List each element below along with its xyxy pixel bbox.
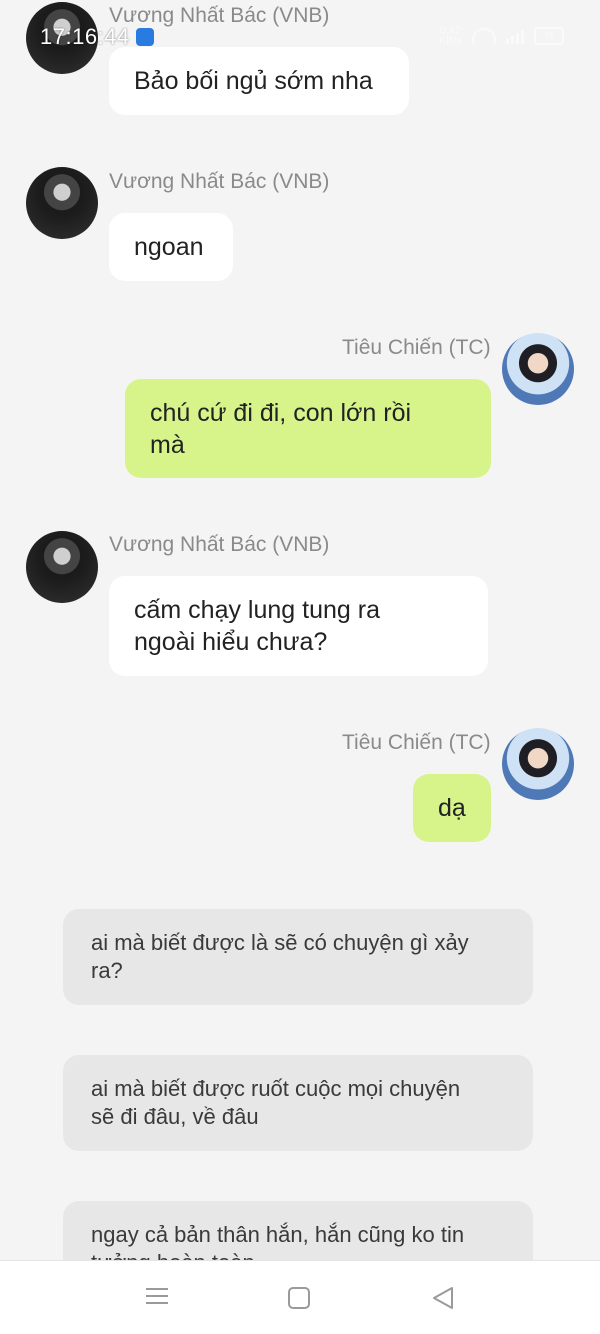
navigation-bar xyxy=(0,1260,600,1334)
sender-name: Tiêu Chiến (TC) xyxy=(342,336,491,359)
message-line: mà xyxy=(150,431,185,459)
message-bubble[interactable]: cấm chạy lung tung ra ngoài hiểu chưa? xyxy=(109,576,488,676)
avatar-tc[interactable] xyxy=(502,333,574,405)
narration-line: ai mà biết được ruốt cuộc mọi chuyện xyxy=(91,1076,461,1101)
sender-name: Tiêu Chiến (TC) xyxy=(342,731,491,754)
narration-bubble[interactable]: ai mà biết được là sẽ có chuyện gì xảy r… xyxy=(63,909,533,1005)
back-icon[interactable] xyxy=(428,1283,458,1313)
home-icon[interactable] xyxy=(284,1283,314,1313)
message-line: ngoài hiểu chưa? xyxy=(134,628,328,656)
narration-line: ngay cả bản thân hắn, hắn cũng ko tin xyxy=(91,1222,465,1247)
avatar-vnb[interactable] xyxy=(26,167,98,239)
message-line: Bảo bối ngủ sớm nha xyxy=(134,67,373,95)
narration-line: ai mà biết được là sẽ có chuyện gì xảy xyxy=(91,930,469,955)
avatar-tc[interactable] xyxy=(502,728,574,800)
message-bubble[interactable]: chú cứ đi đi, con lớn rồi mà xyxy=(125,379,491,478)
message-bubble[interactable]: ngoan xyxy=(109,213,233,281)
message-bubble[interactable]: dạ xyxy=(413,774,491,842)
message-line: dạ xyxy=(438,794,466,822)
narration-line: ra? xyxy=(91,958,123,983)
sender-name: Vương Nhất Bác (VNB) xyxy=(109,533,330,556)
narration-bubble[interactable]: ngay cả bản thân hắn, hắn cũng ko tin tư… xyxy=(63,1201,533,1260)
message-line: chú cứ đi đi, con lớn rồi xyxy=(150,399,412,427)
avatar-vnb[interactable] xyxy=(26,531,98,603)
sender-name: Vương Nhất Bác (VNB) xyxy=(109,4,330,27)
narration-bubble[interactable]: ai mà biết được ruốt cuộc mọi chuyện sẽ … xyxy=(63,1055,533,1151)
message-line: cấm chạy lung tung ra xyxy=(134,596,380,624)
message-bubble[interactable]: Bảo bối ngủ sớm nha xyxy=(109,47,409,115)
sender-name: Vương Nhất Bác (VNB) xyxy=(109,170,330,193)
narration-line: tưởng hoàn toàn xyxy=(91,1249,505,1260)
narration-line: sẽ đi đâu, về đâu xyxy=(91,1104,259,1129)
avatar-vnb[interactable] xyxy=(26,2,98,74)
message-line: ngoan xyxy=(134,233,204,261)
menu-icon[interactable] xyxy=(142,1283,172,1313)
chat-view[interactable]: Vương Nhất Bác (VNB) Bảo bối ngủ sớm nha… xyxy=(0,0,600,1260)
